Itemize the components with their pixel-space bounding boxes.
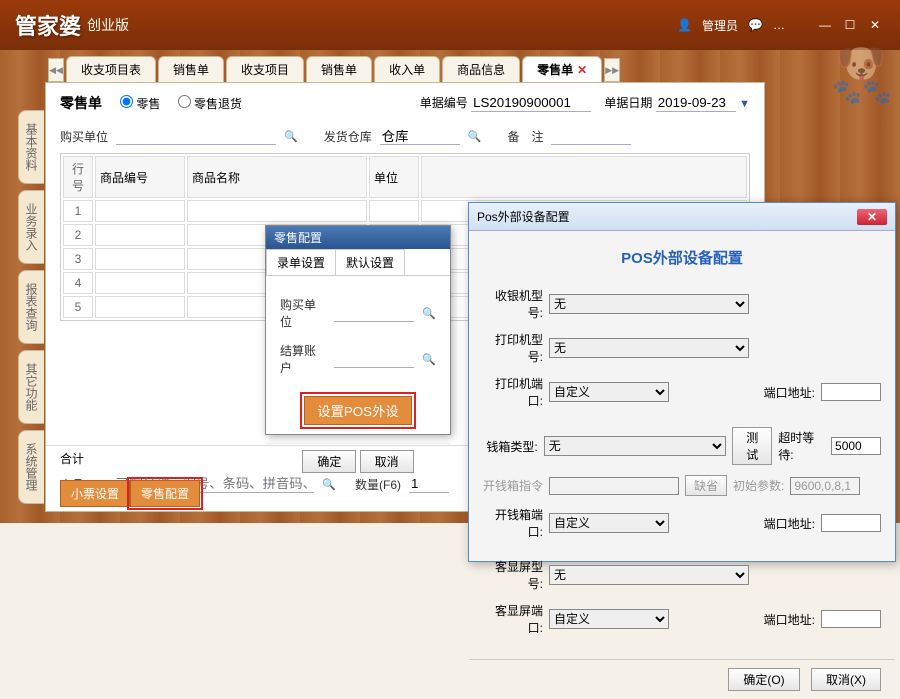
- disp-select[interactable]: 无: [549, 565, 749, 585]
- side-tab-system[interactable]: 系统管理: [18, 430, 44, 504]
- init-label: 初始参数:: [733, 477, 784, 494]
- user-label: 管理员: [702, 17, 738, 34]
- drawer-port-addr-input[interactable]: [821, 514, 881, 532]
- lookup-icon[interactable]: 🔍: [468, 130, 482, 143]
- printer-select[interactable]: 无: [549, 338, 749, 358]
- drawer-test-button[interactable]: 测试: [732, 427, 772, 465]
- drawer-port-select[interactable]: 自定义: [549, 513, 669, 533]
- drawer-cmd-label: 开钱箱指令: [483, 477, 543, 494]
- printer-port-select[interactable]: 自定义: [549, 382, 669, 402]
- radio-return[interactable]: 零售退货: [178, 97, 242, 111]
- tab-item[interactable]: 商品信息: [442, 56, 520, 82]
- printer-port-addr-input[interactable]: [821, 383, 881, 401]
- side-tab-entry[interactable]: 业务录入: [18, 190, 44, 264]
- disp-port-select[interactable]: 自定义: [549, 609, 669, 629]
- timeout-input[interactable]: [831, 437, 881, 455]
- port-addr-label: 端口地址:: [764, 384, 815, 401]
- side-tab-other[interactable]: 其它功能: [18, 350, 44, 424]
- printer-port-label: 打印机端口:: [483, 375, 543, 409]
- drawer-select[interactable]: 无: [544, 436, 727, 456]
- minimize-icon[interactable]: —: [815, 18, 835, 32]
- warehouse-input[interactable]: [380, 127, 460, 145]
- drawer-port-label: 开钱箱端口:: [483, 506, 543, 540]
- drawer-label: 钱箱类型:: [483, 438, 538, 455]
- popup-account-input[interactable]: [334, 350, 414, 368]
- docno-label: 单据编号: [420, 96, 468, 110]
- close-icon[interactable]: ✕: [865, 18, 885, 32]
- date-label: 单据日期: [604, 96, 652, 110]
- popup-account-label: 结算账户: [280, 342, 326, 376]
- col-code: 商品编号: [95, 156, 185, 198]
- lookup-icon[interactable]: 🔍: [422, 353, 436, 366]
- buyer-label: 购买单位: [60, 128, 108, 145]
- drawer-cmd-input: [549, 477, 679, 495]
- ellipsis-icon[interactable]: …: [773, 18, 785, 32]
- lookup-icon[interactable]: 🔍: [284, 130, 298, 143]
- warehouse-label: 发货仓库: [324, 128, 372, 145]
- disp-port-addr-input[interactable]: [821, 610, 881, 628]
- retail-config-popup: 零售配置 录单设置 默认设置 购买单位🔍 结算账户🔍 设置POS外设 确定 取消: [265, 225, 451, 435]
- side-tab-basic[interactable]: 基本资料: [18, 110, 44, 184]
- port-addr-label: 端口地址:: [764, 515, 815, 532]
- printer-label: 打印机型号:: [483, 331, 543, 365]
- disp-label: 客显屏型号:: [483, 558, 543, 592]
- col-unit: 单位: [369, 156, 419, 198]
- popup-buyer-label: 购买单位: [280, 296, 326, 330]
- retail-config-tab[interactable]: 零售配置: [130, 480, 200, 507]
- tab-item[interactable]: 销售单: [158, 56, 224, 82]
- timeout-label: 超时等待:: [778, 429, 825, 463]
- tab-item[interactable]: 销售单: [306, 56, 372, 82]
- dialog-close-icon[interactable]: ✕: [857, 209, 887, 225]
- document-tabs: ◀◀ 收支项目表 销售单 收支项目 销售单 收入单 商品信息 零售单 ✕ ▶▶: [0, 50, 900, 82]
- pos-dialog-title: Pos外部设备配置: [477, 208, 570, 225]
- date-input[interactable]: [656, 94, 736, 112]
- lookup-icon[interactable]: 🔍: [322, 478, 336, 491]
- pos-model-select[interactable]: 无: [549, 294, 749, 314]
- tabs-prev-icon[interactable]: ◀◀: [48, 58, 64, 82]
- docno-input[interactable]: [471, 94, 591, 112]
- side-nav: 基本资料 业务录入 报表查询 其它功能 系统管理: [18, 110, 44, 510]
- col-name: 商品名称: [187, 156, 367, 198]
- port-addr-label: 端口地址:: [764, 611, 815, 628]
- tab-item-active[interactable]: 零售单 ✕: [522, 56, 602, 82]
- lookup-icon[interactable]: 🔍: [422, 307, 436, 320]
- paw-decoration: 🐾🐾: [832, 78, 892, 107]
- app-title: 管家婆: [15, 9, 81, 41]
- tabs-next-icon[interactable]: ▶▶: [604, 58, 620, 82]
- side-tab-report[interactable]: 报表查询: [18, 270, 44, 344]
- default-button: 缺省: [685, 475, 727, 496]
- receipt-settings-tab[interactable]: 小票设置: [60, 480, 130, 507]
- pos-ok-button[interactable]: 确定(O): [728, 668, 799, 691]
- radio-retail[interactable]: 零售: [120, 97, 160, 111]
- pos-device-dialog: Pos外部设备配置 ✕ POS外部设备配置 收银机型号: 无 打印机型号: 无 打印…: [468, 202, 896, 562]
- tab-item[interactable]: 收支项目: [226, 56, 304, 82]
- tab-item[interactable]: 收支项目表: [66, 56, 156, 82]
- popup-title: 零售配置: [266, 226, 450, 249]
- col-rownum: 行号: [63, 156, 93, 198]
- wechat-icon[interactable]: 💬: [748, 18, 763, 32]
- app-subtitle: 创业版: [87, 15, 129, 35]
- date-dropdown-icon[interactable]: ▼: [739, 98, 750, 110]
- popup-cancel-button[interactable]: 取消: [360, 450, 414, 473]
- popup-buyer-input[interactable]: [334, 304, 414, 322]
- remark-label: 备 注: [507, 128, 543, 145]
- init-input: [790, 477, 860, 495]
- panel-title: 零售单: [60, 93, 102, 113]
- buyer-input[interactable]: [116, 127, 276, 145]
- tab-close-icon[interactable]: ✕: [577, 63, 587, 77]
- pos-settings-button[interactable]: 设置POS外设: [304, 396, 411, 425]
- pos-heading: POS外部设备配置: [483, 241, 881, 282]
- maximize-icon[interactable]: ☐: [840, 18, 860, 32]
- popup-tab-entry[interactable]: 录单设置: [266, 249, 335, 275]
- title-bar: 管家婆 创业版 👤 管理员 💬 … — ☐ ✕: [0, 0, 900, 50]
- disp-port-label: 客显屏端口:: [483, 602, 543, 636]
- user-icon: 👤: [677, 18, 692, 32]
- pos-cancel-button[interactable]: 取消(X): [811, 668, 881, 691]
- tab-item[interactable]: 收入单: [374, 56, 440, 82]
- popup-ok-button[interactable]: 确定: [302, 450, 356, 473]
- popup-tab-default[interactable]: 默认设置: [335, 249, 405, 275]
- pos-model-label: 收银机型号:: [483, 287, 543, 321]
- remark-input[interactable]: [551, 127, 631, 145]
